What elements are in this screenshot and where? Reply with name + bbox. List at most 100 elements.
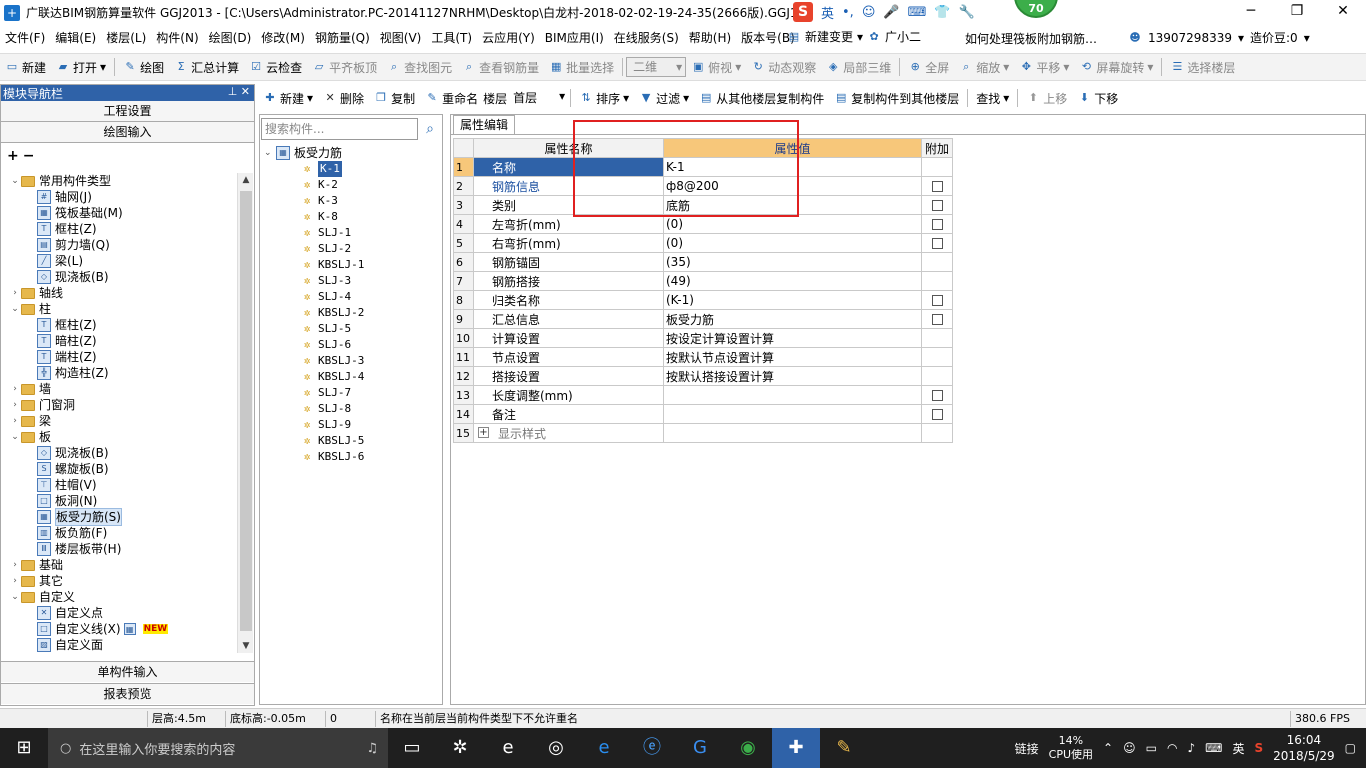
nav-tree-item[interactable]: ⌄ 板 <box>1 429 237 445</box>
property-row[interactable]: 13 长度调整(mm) <box>453 385 953 405</box>
edge-icon[interactable]: e <box>484 728 532 768</box>
menu-bim[interactable]: BIM应用(I) <box>540 29 609 46</box>
menu-file[interactable]: 文件(F) <box>0 29 50 46</box>
local-3d-button[interactable]: ◈ 局部三维 <box>821 59 896 76</box>
ime-emoji-icon[interactable]: ☺ <box>862 5 876 20</box>
menu-help[interactable]: 帮助(H) <box>684 29 736 46</box>
property-row[interactable]: 7 钢筋搭接 (49) <box>453 271 953 291</box>
select-floor-button[interactable]: ☰ 选择楼层 <box>1165 59 1240 76</box>
ime-skin-icon[interactable]: 👕 <box>934 5 950 20</box>
property-row[interactable]: 3 类别 底筋 <box>453 195 953 215</box>
cpu-usage[interactable]: 14% CPU使用 <box>1049 734 1093 762</box>
sogou-tray-icon[interactable]: S <box>1254 741 1263 755</box>
ime-keyboard-icon[interactable]: ⌨ <box>908 5 927 20</box>
property-add-cell[interactable] <box>921 233 953 253</box>
windows-start-icon[interactable]: ⊞ <box>0 728 48 768</box>
property-value-cell[interactable] <box>663 404 922 424</box>
move-up-button[interactable]: ⬆ 上移 <box>1021 90 1072 107</box>
property-value-cell[interactable]: (49) <box>663 271 922 291</box>
menu-tools[interactable]: 工具(T) <box>426 29 477 46</box>
new-component-button[interactable]: ✚ 新建 ▾ <box>258 90 318 107</box>
property-row[interactable]: 14 备注 <box>453 404 953 424</box>
sort-button[interactable]: ⇅ 排序 ▾ <box>574 90 634 107</box>
property-row[interactable]: 1 名称 K-1 <box>453 157 953 177</box>
pin-close-icon[interactable]: ⊥ ✕ <box>228 85 254 101</box>
draw-input-tab[interactable]: 绘图输入 <box>1 122 254 143</box>
property-add-cell[interactable] <box>921 309 953 329</box>
find-button[interactable]: 查找 ▾ <box>971 90 1014 107</box>
move-down-button[interactable]: ⬇ 下移 <box>1072 90 1123 107</box>
component-item[interactable]: ✲ K-1 <box>264 161 442 177</box>
fullscreen-button[interactable]: ⊕ 全屏 <box>903 59 954 76</box>
copy-button[interactable]: ❐ 复制 <box>369 90 420 107</box>
nav-tree-item[interactable]: ⊤ 柱帽(V) <box>1 477 237 493</box>
notification-icon[interactable]: ▢ <box>1345 741 1356 755</box>
nav-tree-item[interactable]: ▤ 剪力墙(Q) <box>1 237 237 253</box>
component-item[interactable]: ✲ SLJ-6 <box>264 337 442 353</box>
property-value-cell[interactable]: 底筋 <box>663 195 922 215</box>
nav-tree-item[interactable]: › 其它 <box>1 573 237 589</box>
new-file-button[interactable]: ▭ 新建 <box>0 59 51 76</box>
property-add-cell[interactable] <box>921 404 953 424</box>
report-preview-tab[interactable]: 报表预览 <box>1 683 254 704</box>
scroll-down-icon[interactable]: ▼ <box>238 641 254 651</box>
nav-tree-item[interactable]: ▥ 板负筋(F) <box>1 525 237 541</box>
tab-property-edit[interactable]: 属性编辑 <box>453 115 516 135</box>
nav-tree-item[interactable]: ⌄ 柱 <box>1 301 237 317</box>
phone-number[interactable]: 13907298339 <box>1148 31 1232 45</box>
component-item[interactable]: ✲ SLJ-1 <box>264 225 442 241</box>
component-item[interactable]: ✲ SLJ-8 <box>264 401 442 417</box>
draw-button[interactable]: ✎ 绘图 <box>118 59 169 76</box>
expand-icon[interactable]: › <box>9 381 21 397</box>
property-row[interactable]: 6 钢筋锚固 (35) <box>453 252 953 272</box>
collapse-all-icon[interactable]: − <box>23 148 35 164</box>
nav-tree-item[interactable]: □ 板洞(N) <box>1 493 237 509</box>
expand-icon[interactable]: › <box>9 413 21 429</box>
menu-online[interactable]: 在线服务(S) <box>609 29 684 46</box>
nav-tree-item[interactable]: # 轴网(J) <box>1 189 237 205</box>
component-root[interactable]: ⌄ ▦ 板受力筋 <box>264 145 442 161</box>
menu-rebar[interactable]: 钢筋量(Q) <box>310 29 375 46</box>
component-item[interactable]: ✲ SLJ-4 <box>264 289 442 305</box>
property-value-cell[interactable] <box>663 423 922 443</box>
ime-tools-icon[interactable]: 🔧 <box>959 5 975 20</box>
help-hint-link[interactable]: 如何处理筏板附加钢筋… <box>965 30 1097 47</box>
component-item[interactable]: ✲ SLJ-7 <box>264 385 442 401</box>
ime-lang-indicator[interactable]: 英 <box>1232 740 1244 757</box>
nav-tree-item[interactable]: › 墙 <box>1 381 237 397</box>
property-row[interactable]: 8 归类名称 (K-1) <box>453 290 953 310</box>
ime-lang-toggle[interactable]: 英 <box>821 3 834 22</box>
ie-blue-icon[interactable]: e <box>580 728 628 768</box>
expand-plus-icon[interactable]: + <box>478 427 489 438</box>
property-row[interactable]: 9 汇总信息 板受力筋 <box>453 309 953 329</box>
collapse-icon[interactable]: ⌄ <box>9 429 21 445</box>
scroll-thumb[interactable] <box>240 191 252 631</box>
menu-edit[interactable]: 编辑(E) <box>50 29 101 46</box>
volume-icon[interactable]: ♪ <box>1187 741 1195 755</box>
nav-tree-item[interactable]: ▦ 筏板基础(M) <box>1 205 237 221</box>
microphone-icon[interactable]: ♫ <box>366 741 378 756</box>
ggj-app-icon[interactable]: ✚ <box>772 728 820 768</box>
collapse-icon[interactable]: ⌄ <box>9 301 21 317</box>
keyboard-icon[interactable]: ⌨ <box>1205 741 1222 755</box>
task-view-icon[interactable]: ▭ <box>388 728 436 768</box>
component-item[interactable]: ✲ SLJ-3 <box>264 273 442 289</box>
expand-icon[interactable]: › <box>9 285 21 301</box>
add-checkbox[interactable] <box>931 409 943 420</box>
component-item[interactable]: ✲ KBSLJ-3 <box>264 353 442 369</box>
add-checkbox[interactable] <box>931 238 943 249</box>
component-item[interactable]: ✲ SLJ-2 <box>264 241 442 257</box>
expand-icon[interactable]: › <box>9 557 21 573</box>
sogou-ime-icon[interactable]: S <box>793 2 813 22</box>
new-change-button[interactable]: ▤ 新建变更 ▾ ✿ 广小二 <box>787 28 921 45</box>
expand-icon[interactable]: › <box>9 397 21 413</box>
property-value-cell[interactable]: (35) <box>663 252 922 272</box>
component-item[interactable]: ✲ SLJ-9 <box>264 417 442 433</box>
component-item[interactable]: ✲ KBSLJ-4 <box>264 369 442 385</box>
add-checkbox[interactable] <box>931 200 943 211</box>
nav-tree-item[interactable]: T 暗柱(Z) <box>1 333 237 349</box>
open-file-button[interactable]: ▰ 打开 ▾ <box>51 59 111 76</box>
nav-tree-item[interactable]: › 轴线 <box>1 285 237 301</box>
assistant-label[interactable]: 广小二 <box>885 28 921 45</box>
property-row[interactable]: 4 左弯折(mm) (0) <box>453 214 953 234</box>
